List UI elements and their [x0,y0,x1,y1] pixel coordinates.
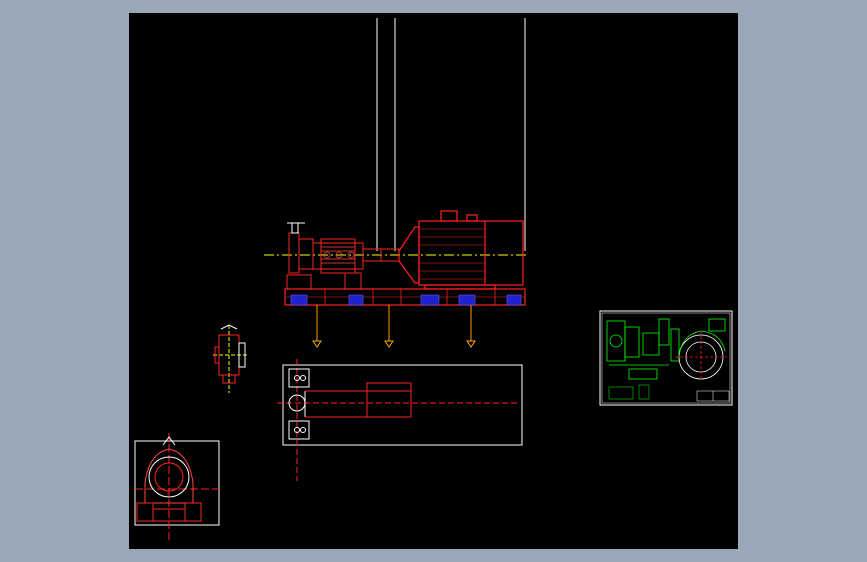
drawing-canvas[interactable] [129,13,738,549]
pump-support [344,272,362,290]
title-block [608,384,730,402]
plan-view[interactable] [277,359,523,481]
pump-casing [287,222,364,274]
cad-viewer [0,0,867,562]
vertical-leader-lines [376,18,526,251]
pump-foot [286,274,312,290]
volute-view [675,318,727,381]
plan-outline [282,364,523,446]
small-pump-view[interactable] [213,324,247,393]
detail-sheet[interactable] [599,310,733,406]
cad-drawing [134,18,733,543]
section-drawing [606,318,680,380]
motor [398,210,524,290]
end-view[interactable] [134,433,220,543]
baseplate-blue-blocks [290,294,522,306]
anchor-bolts [312,305,476,348]
elevation-view[interactable] [264,210,529,348]
